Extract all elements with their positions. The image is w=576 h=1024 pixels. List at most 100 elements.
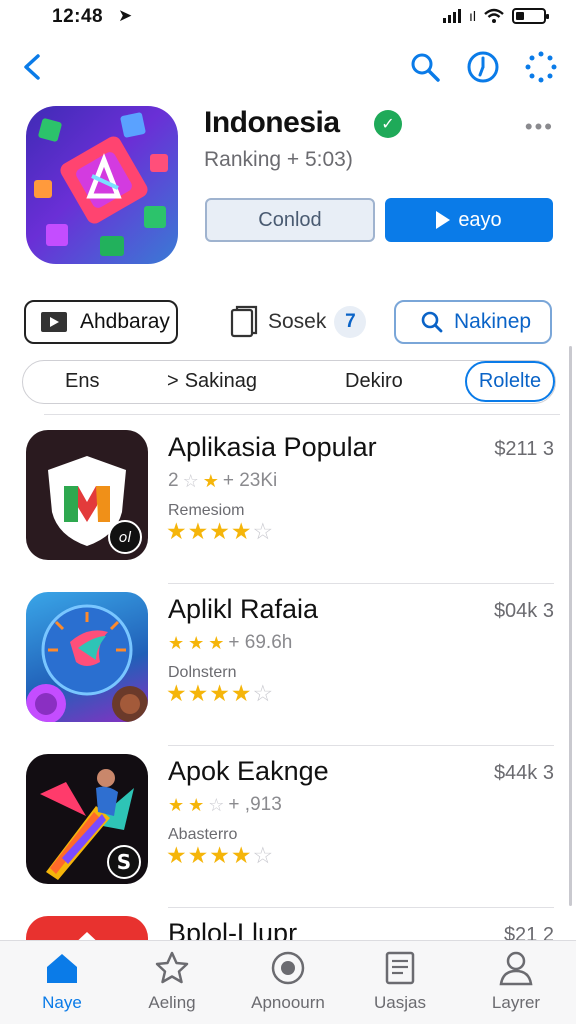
star-icon: ★ [188, 632, 205, 653]
rating-summary: ★ ★ ★ + 69.6h [168, 632, 292, 654]
timer-icon[interactable] [466, 50, 500, 84]
star-empty-icon: ☆ [252, 842, 274, 868]
list-item[interactable]: Bplol-Llupr $21 2 [0, 910, 576, 940]
rating-count: + 69.6h [228, 632, 293, 653]
star-empty-icon: ☆ [252, 518, 274, 544]
location-arrow-icon: ➤ [118, 6, 133, 25]
star-rating: ★ ★ ★ ★ ☆ [166, 682, 273, 705]
star-icon [155, 951, 189, 984]
filter-chips: Ahdbaray Sosek 7 Nakinep [22, 300, 554, 346]
star-icon: ★ [209, 842, 230, 868]
status-indicators: ıl [443, 8, 549, 24]
rating-prefix: 2 [168, 470, 179, 491]
tab-dekiro[interactable]: Dekiro [345, 361, 403, 402]
list-item[interactable]: S Apok Eaknge $44k 3 ★ ★ ☆ + ,913 Abaste… [0, 748, 576, 908]
app-name: Aplikasia Popular [168, 432, 377, 462]
app-price: $04k 3 [493, 600, 554, 622]
wifi-icon [484, 8, 504, 23]
app-name: Aplikl Rafaia [168, 594, 319, 624]
tab-layrer[interactable]: Layrer [466, 949, 566, 1013]
app-icon: S [26, 754, 148, 884]
nav-bar [0, 40, 576, 96]
rating-count: + 23Ki [222, 470, 278, 491]
app-icon [26, 106, 178, 264]
divider [44, 414, 560, 415]
app-price: $21 2 [503, 924, 554, 940]
rating-summary: ★ ★ ☆ + ,913 [168, 794, 282, 816]
app-ranking: Ranking + 5:03) [204, 148, 353, 171]
apps-icon [271, 951, 305, 985]
divider [168, 907, 554, 908]
chip-video[interactable]: Ahdbaray [24, 300, 178, 344]
app-icon: ol [26, 430, 148, 560]
segment-tabs: Ens > Sakinag Dekiro Rolelte [22, 360, 556, 404]
list-item[interactable]: ol Aplikasia Popular $211 3 2 ☆ ★ + 23Ki… [0, 424, 576, 584]
star-icon: ★ [230, 680, 252, 706]
star-icon: ★ [187, 842, 209, 868]
star-empty-icon: ☆ [252, 680, 274, 706]
tab-label: Naye [42, 993, 82, 1012]
bottom-tab-bar: Naye Aeling Apnoourn Uasjas Layrer [0, 940, 576, 1024]
chevron-right-icon: > [167, 370, 179, 392]
star-icon: ★ [202, 470, 219, 491]
tab-ens[interactable]: Ens [65, 361, 99, 402]
carrier-label: ıl [469, 8, 476, 24]
star-rating: ★ ★ ★ ★ ☆ [166, 520, 273, 543]
star-icon: ★ [166, 842, 187, 868]
play-button[interactable]: eayo [385, 198, 553, 242]
tab-rolelte[interactable]: Rolelte [465, 361, 555, 402]
search-icon[interactable] [408, 50, 442, 84]
search-icon [421, 311, 443, 333]
tab-naye[interactable]: Naye [12, 949, 112, 1013]
app-price: $211 3 [494, 438, 554, 460]
rating-count: + ,913 [228, 794, 282, 815]
star-empty-icon: ☆ [182, 470, 199, 491]
video-icon [41, 312, 67, 332]
tab-aeling[interactable]: Aeling [122, 949, 222, 1013]
app-price: $44k 3 [493, 762, 554, 784]
signal-icon [443, 9, 461, 23]
divider [168, 583, 554, 584]
star-icon: ★ [168, 632, 185, 653]
tab-apnoourn[interactable]: Apnoourn [238, 949, 338, 1013]
more-circle-icon[interactable] [524, 50, 558, 84]
clipboard-icon [385, 951, 415, 985]
chip-video-label: Ahdbaray [80, 310, 170, 333]
star-icon: ★ [166, 680, 187, 706]
chip-search-label: Nakinep [454, 310, 532, 333]
tab-sakinag[interactable]: > Sakinag [167, 361, 257, 402]
svg-text:ol: ol [119, 530, 132, 546]
tab-label: Aeling [148, 993, 196, 1012]
divider [168, 745, 554, 746]
scrollbar[interactable] [569, 346, 572, 906]
person-icon [499, 951, 533, 986]
list-item[interactable]: Aplikl Rafaia $04k 3 ★ ★ ★ + 69.6h Dolns… [0, 586, 576, 746]
app-name: Bplol-Llupr [168, 918, 298, 940]
document-icon [230, 305, 258, 338]
download-button[interactable]: Conlod [205, 198, 375, 242]
star-icon: ★ [187, 680, 209, 706]
tab-uasjas[interactable]: Uasjas [350, 949, 450, 1013]
chip-document[interactable]: Sosek 7 [228, 300, 368, 344]
star-empty-icon: ☆ [208, 794, 225, 815]
star-icon: ★ [209, 518, 230, 544]
star-icon: ★ [168, 794, 185, 815]
home-icon [47, 954, 77, 983]
tab-sakinag-label: Sakinag [184, 370, 257, 392]
app-icon [26, 916, 148, 940]
star-icon: ★ [230, 518, 252, 544]
app-icon [26, 592, 148, 722]
chip-search[interactable]: Nakinep [394, 300, 552, 344]
tab-label: Layrer [491, 993, 541, 1012]
chip-document-label: Sosek [268, 310, 327, 333]
star-rating: ★ ★ ★ ★ ☆ [166, 844, 273, 867]
star-icon: ★ [230, 842, 252, 868]
verified-badge-icon: ✓ [374, 110, 402, 138]
tab-label: Apnoourn [251, 993, 325, 1012]
rating-summary: 2 ☆ ★ + 23Ki [168, 470, 277, 492]
battery-icon [512, 8, 549, 24]
back-chevron-icon[interactable] [16, 50, 50, 84]
tab-label: Uasjas [374, 993, 426, 1012]
more-options-button[interactable]: ••• [525, 114, 554, 140]
app-header: Indonesia ✓ ••• Ranking + 5:03) Conlod e… [24, 104, 560, 274]
